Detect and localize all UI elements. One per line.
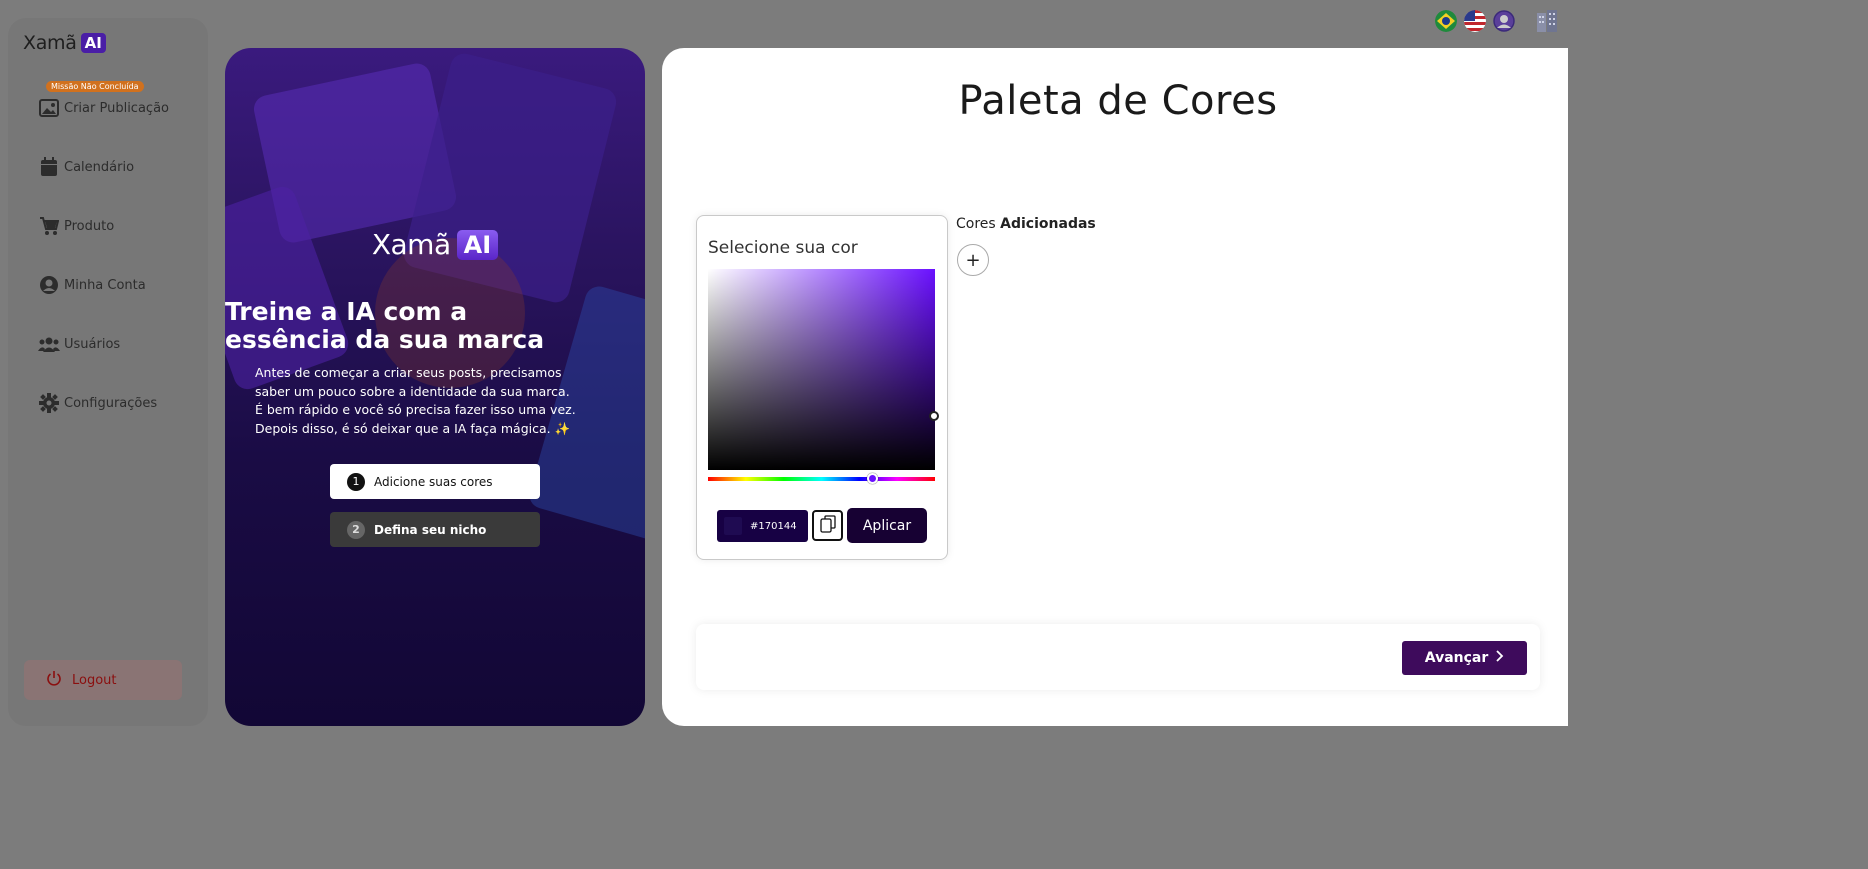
hero-description-line: Depois disso, é só deixar que a IA faça …	[255, 420, 571, 436]
next-button[interactable]: Avançar	[1402, 641, 1527, 675]
logout-button[interactable]: Logout	[24, 660, 182, 700]
add-color-button[interactable]: +	[957, 244, 989, 276]
step-add-colors[interactable]: 1 Adicione suas cores	[330, 464, 540, 499]
sidebar-item-label: Usuários	[64, 336, 121, 352]
hero-title: Treine a IA com a essência da sua marca	[225, 298, 645, 354]
copy-icon	[819, 514, 836, 537]
sidebar-item-configuracoes[interactable]: Configurações	[38, 392, 157, 414]
plus-icon: +	[965, 249, 981, 271]
sidebar-item-minha-conta[interactable]: Minha Conta	[38, 274, 146, 296]
added-colors-bold: Adicionadas	[1000, 216, 1096, 232]
step-number: 2	[347, 520, 365, 539]
mission-badge: Missão Não Concluída	[46, 81, 144, 92]
sidebar-item-label: Minha Conta	[64, 277, 146, 293]
profile-avatar-icon[interactable]	[1493, 10, 1515, 32]
footer-bar: Avançar	[696, 624, 1540, 690]
hero-description-line: saber um pouco sobre a identidade da sua…	[255, 383, 570, 399]
hero-logo-ai-badge: AI	[456, 229, 499, 260]
sidebar: Xamã AI Missão Não Concluída Criar Publi…	[8, 18, 208, 726]
apply-button[interactable]: Aplicar	[847, 508, 927, 543]
gear-icon	[38, 392, 60, 414]
calendar-icon	[38, 156, 60, 178]
next-button-label: Avançar	[1424, 650, 1489, 666]
logo-word: Xamã	[23, 32, 77, 54]
logout-label: Logout	[72, 672, 117, 688]
chevron-right-icon	[1496, 650, 1504, 666]
onboarding-hero: Xamã AI Treine a IA com a essência da su…	[225, 48, 645, 726]
hex-value-field[interactable]: #170144	[717, 510, 808, 542]
top-right-toolbar	[1435, 8, 1560, 34]
account-icon	[38, 274, 60, 296]
color-picker: Selecione sua cor #170144 Aplicar	[696, 215, 948, 560]
power-icon	[46, 670, 62, 690]
added-colors-prefix: Cores	[956, 216, 996, 232]
logo-ai-badge: AI	[80, 33, 106, 53]
page-title: Paleta de Cores	[958, 78, 1278, 124]
building-icon[interactable]	[1534, 8, 1560, 34]
hero-description: Antes de começar a criar seus posts, pre…	[255, 364, 615, 438]
step-number: 1	[347, 472, 365, 491]
brazil-flag-icon[interactable]	[1435, 10, 1457, 32]
hue-slider[interactable]	[708, 477, 935, 481]
sidebar-item-label: Configurações	[64, 395, 158, 411]
added-colors-label: Cores Adicionadas	[956, 216, 1096, 232]
hero-description-line: É bem rápido e você só precisa fazer iss…	[255, 402, 576, 417]
hero-logo: Xamã AI	[225, 228, 645, 261]
sidebar-item-criar-publicacao[interactable]: Criar Publicação	[38, 97, 169, 119]
hero-title-line: Treine a IA com a	[225, 297, 468, 326]
sidebar-item-usuarios[interactable]: Usuários	[38, 333, 120, 355]
hue-slider-handle[interactable]	[867, 473, 878, 484]
hero-title-line: essência da sua marca	[225, 325, 545, 354]
cart-icon	[38, 215, 60, 237]
step-define-niche[interactable]: 2 Defina seu nicho	[330, 512, 540, 547]
sidebar-item-label: Criar Publicação	[64, 100, 169, 116]
sidebar-item-label: Calendário	[64, 159, 135, 175]
step-label: Defina seu nicho	[374, 522, 487, 537]
selected-color-swatch	[724, 517, 742, 535]
saturation-handle[interactable]	[929, 411, 939, 421]
sidebar-logo[interactable]: Xamã AI	[23, 32, 106, 54]
image-icon	[38, 97, 60, 119]
sidebar-item-produto[interactable]: Produto	[38, 215, 114, 237]
saturation-value-area[interactable]	[708, 269, 935, 470]
sidebar-item-label: Produto	[64, 218, 115, 234]
sidebar-item-calendario[interactable]: Calendário	[38, 156, 134, 178]
users-icon	[38, 333, 60, 355]
copy-hex-button[interactable]	[812, 510, 843, 541]
hex-value-text: #170144	[750, 520, 797, 532]
usa-flag-icon[interactable]	[1464, 10, 1486, 32]
hero-description-line: Antes de começar a criar seus posts, pre…	[255, 365, 562, 380]
hero-logo-word: Xamã	[371, 228, 451, 261]
color-palette-panel: Paleta de Cores Selecione sua cor #17014…	[662, 48, 1568, 726]
color-picker-title: Selecione sua cor	[708, 238, 858, 258]
step-label: Adicione suas cores	[374, 474, 493, 489]
